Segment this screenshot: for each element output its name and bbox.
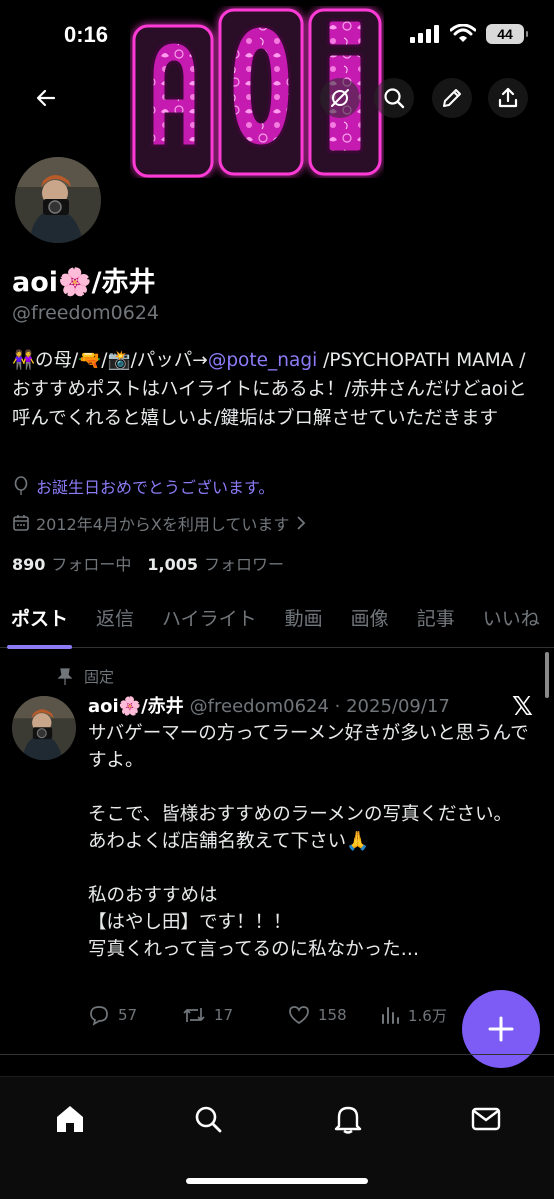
pin-icon [58,667,72,685]
grok-icon [331,89,349,107]
pinned-indicator: 固定 [58,666,114,687]
bio-mention-link[interactable]: @pote_nagi [208,350,317,371]
followers-count: 1,005 [147,555,199,574]
tab-replies[interactable]: 返信 [96,596,134,648]
search-button[interactable] [374,78,414,118]
post-avatar-photo [12,696,76,760]
like-button[interactable]: 158 [288,1004,380,1026]
search-icon [195,1106,222,1133]
bio-text-prefix: 👭の母/🔫/📸/パッパ→ [12,350,208,371]
tab-articles[interactable]: 記事 [417,596,455,648]
views-button[interactable]: 1.6万 [380,1004,447,1026]
grok-button[interactable] [320,78,360,118]
search-icon [384,88,405,109]
following-link[interactable]: 890 フォロー中 [12,551,131,575]
heart-icon [289,1006,309,1025]
profile-tabs: ポスト 返信 ハイライト 動画 画像 記事 いいね [0,596,554,649]
bell-icon [334,1106,362,1134]
nav-notifications[interactable] [326,1097,370,1141]
repost-button[interactable]: 17 [182,1004,288,1026]
followers-link[interactable]: 1,005 フォロワー [147,551,284,575]
tab-images[interactable]: 画像 [351,596,389,648]
status-bar: 0:16 44 [0,0,554,70]
nav-home[interactable] [48,1097,92,1141]
chevron-right-icon [297,516,306,530]
joined-line[interactable]: 2012年4月からXを利用しています [12,511,307,535]
x-logo-icon: 𝕏 [512,692,533,722]
reply-count: 57 [118,1006,138,1024]
like-count: 158 [318,1006,347,1024]
post-actions: 57 17 158 1.6万 [88,1004,458,1026]
repost-icon [183,1008,205,1022]
follow-stats: 890 フォロー中 1,005 フォロワー [12,551,284,575]
profile-bio: 👭の母/🔫/📸/パッパ→@pote_nagi /PSYCHOPATH MAMA … [12,346,542,433]
reply-icon [90,1006,108,1026]
calendar-icon [13,515,29,531]
plus-icon [488,1016,514,1042]
battery-indicator: 44 [486,24,528,44]
arrow-left-icon [36,89,56,107]
post-author-name[interactable]: aoi🌸/赤井 [88,696,184,717]
profile-name: aoi🌸/赤井 [12,267,156,298]
views-count: 1.6万 [408,1006,447,1025]
profile-avatar[interactable] [12,154,104,246]
share-button[interactable] [488,78,528,118]
birthday-text: お誕生日おめでとうございます。 [36,478,275,497]
birthday-line[interactable]: お誕生日おめでとうございます。 [12,474,274,498]
avatar-photo [15,157,101,243]
mail-icon [471,1107,501,1131]
wifi-icon [450,24,476,42]
scrollbar[interactable] [545,652,549,698]
post-avatar[interactable] [12,696,76,760]
following-count: 890 [12,555,46,574]
post-meta: @freedom0624 · 2025/09/17 [189,696,450,717]
following-label: フォロー中 [51,555,132,574]
post-body[interactable]: サバゲーマーの方ってラーメン好きが多いと思うんですよ。 そこで、皆様おすすめのラ… [88,720,544,963]
joined-text: 2012年4月からXを利用しています [36,515,290,534]
reply-button[interactable]: 57 [88,1004,182,1026]
cellular-signal-icon [410,25,439,43]
tab-highlights[interactable]: ハイライト [162,596,257,648]
pencil-icon [443,89,461,107]
tab-likes[interactable]: いいね [483,596,540,648]
tab-videos[interactable]: 動画 [285,596,323,648]
post-divider [0,1054,554,1055]
back-button[interactable] [26,78,66,118]
tab-posts[interactable]: ポスト [6,596,73,649]
share-icon [498,87,518,108]
compose-fab[interactable] [462,990,540,1068]
compose-button[interactable] [432,78,472,118]
home-icon [57,1106,83,1132]
nav-messages[interactable] [464,1097,508,1141]
post-header: aoi🌸/赤井 @freedom0624 · 2025/09/17 [88,692,450,718]
pinned-label: 固定 [84,668,115,686]
status-time: 0:16 [64,22,109,47]
repost-count: 17 [214,1006,234,1024]
views-chart-icon [382,1007,399,1024]
profile-handle: @freedom0624 [12,302,160,324]
nav-search[interactable] [186,1097,230,1141]
balloon-icon [14,476,28,495]
followers-label: フォロワー [204,555,285,574]
home-indicator[interactable] [186,1178,368,1184]
